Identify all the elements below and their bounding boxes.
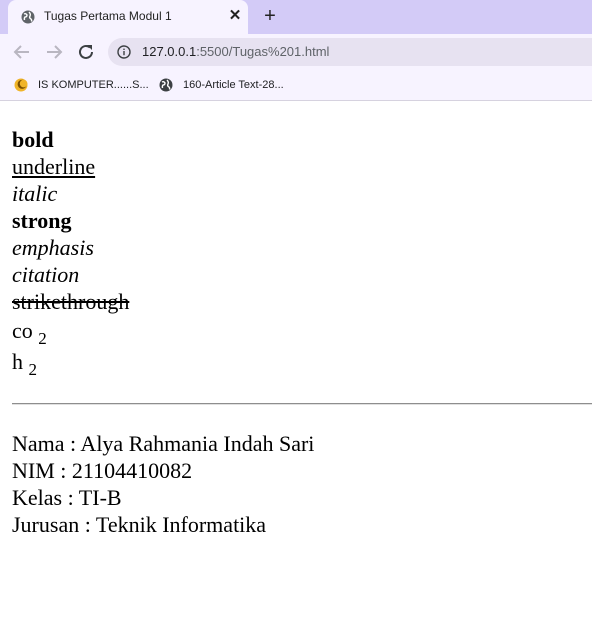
globe-icon xyxy=(159,78,173,92)
new-tab-button[interactable]: + xyxy=(259,5,281,27)
bold-text: bold xyxy=(12,127,54,152)
bookmarks-bar: IS KOMPUTER......S... 160-Article Text-2… xyxy=(0,70,592,101)
co2-formula: co 2 xyxy=(12,315,592,348)
globe-icon xyxy=(21,10,35,24)
browser-toolbar: 127.0.0.1:5500/Tugas%201.html xyxy=(0,34,592,70)
h2-formula: h 2 xyxy=(12,346,592,379)
co-base: co xyxy=(12,318,33,343)
jurusan-line: Jurusan : Teknik Informatika xyxy=(12,512,267,537)
kelas-line: Kelas : TI-B xyxy=(12,485,122,510)
url-host: 127.0.0.1 xyxy=(142,44,197,59)
tab-title: Tugas Pertama Modul 1 xyxy=(44,9,172,23)
nim-line: NIM : 21104410082 xyxy=(12,458,193,483)
page-content: bold underline italic strong emphasis ci… xyxy=(12,126,592,379)
strikethrough-text: strikethrough xyxy=(12,289,130,314)
bookmark-label: IS KOMPUTER......S... xyxy=(38,79,149,91)
underline-text: underline xyxy=(12,154,96,179)
url-path: :5500/Tugas%201.html xyxy=(196,44,330,59)
moon-star-icon xyxy=(14,78,28,92)
nama-line: Nama : Alya Rahmania Indah Sari xyxy=(12,431,315,456)
url-text: 127.0.0.1:5500/Tugas%201.html xyxy=(142,44,329,59)
browser-tab[interactable]: Tugas Pertama Modul 1 ✕ xyxy=(8,0,248,34)
forward-arrow-icon[interactable] xyxy=(42,40,66,64)
h-subscript: 2 xyxy=(28,360,38,379)
bookmark-item[interactable]: 160-Article Text-28... xyxy=(159,76,284,94)
citation-text: citation xyxy=(12,262,80,287)
horizontal-rule xyxy=(12,403,592,405)
strong-text: strong xyxy=(12,208,72,233)
close-tab-icon[interactable]: ✕ xyxy=(225,6,245,26)
co-subscript: 2 xyxy=(38,329,47,348)
address-bar[interactable]: 127.0.0.1:5500/Tugas%201.html xyxy=(108,38,592,66)
bookmark-label: 160-Article Text-28... xyxy=(183,79,284,91)
reload-icon[interactable] xyxy=(74,40,98,64)
site-info-icon[interactable] xyxy=(117,45,131,59)
h-base: h xyxy=(12,349,23,374)
tab-strip: Tugas Pertama Modul 1 ✕ + xyxy=(0,0,592,34)
back-arrow-icon[interactable] xyxy=(10,40,34,64)
bookmark-item[interactable]: IS KOMPUTER......S... xyxy=(14,76,149,94)
emphasis-text: emphasis xyxy=(12,235,94,260)
italic-text: italic xyxy=(12,181,58,206)
student-info: Nama : Alya Rahmania Indah Sari NIM : 21… xyxy=(12,430,314,538)
